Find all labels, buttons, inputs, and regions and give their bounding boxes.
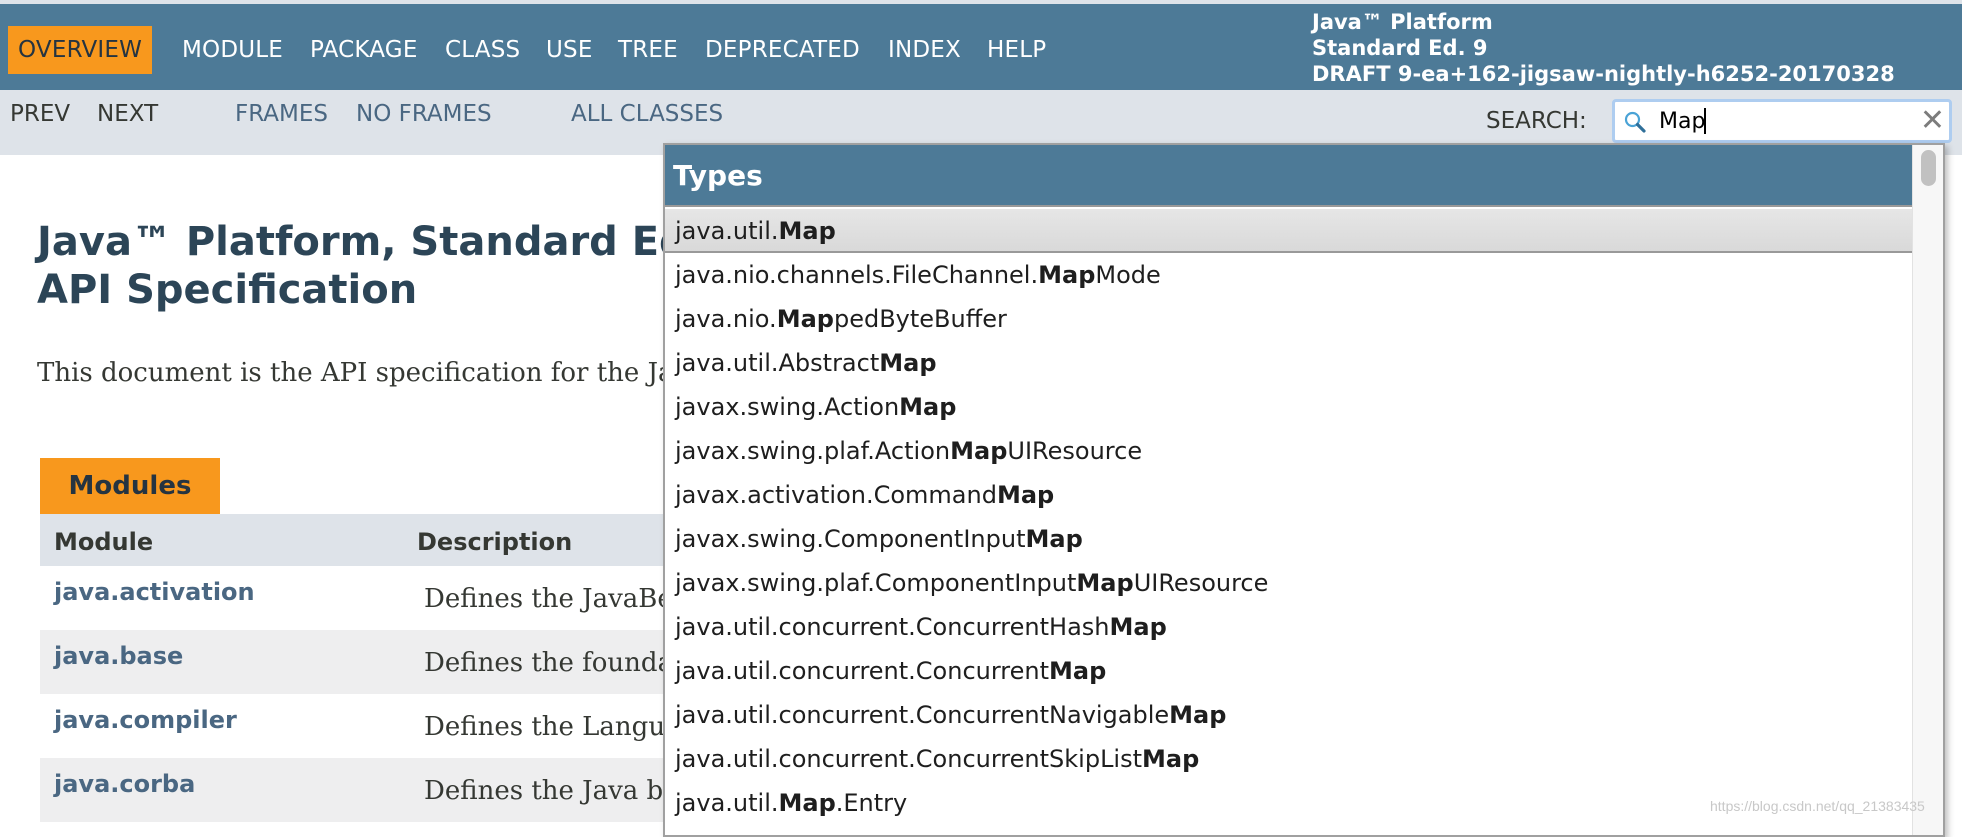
result-item[interactable]: java.util.concurrent.ConcurrentHashMap [665,605,1913,649]
module-link[interactable]: java.activation [54,578,255,606]
about-line-2: Standard Ed. 9 [1312,36,1488,60]
frames-link[interactable]: FRAMES [235,98,328,130]
result-item[interactable]: javax.swing.ComponentInputMap [665,517,1913,561]
nav-help[interactable]: HELP [987,26,1046,74]
search-icon [1624,111,1646,133]
result-match: Map [996,481,1055,509]
result-prefix: java.util.concurrent.ConcurrentSkipList [675,745,1143,773]
result-item[interactable]: java.nio.MappedByteBuffer [665,297,1913,341]
result-suffix: Mode [1095,261,1161,289]
nav-class[interactable]: CLASS [445,26,520,74]
platform-about: Java™ Platform Standard Ed. 9 DRAFT 9-ea… [1312,9,1895,87]
result-prefix: javax.swing.ComponentInput [675,525,1026,553]
module-link[interactable]: java.base [54,642,183,670]
result-suffix: .Entry [835,789,908,817]
table-row: java.activation Defines the JavaBeans Ac… [40,566,1159,630]
result-prefix: javax.swing.Action [675,393,900,421]
module-link[interactable]: java.corba [54,770,195,798]
result-prefix: java.util.concurrent.ConcurrentHash [675,613,1110,641]
search-label: SEARCH: [1486,108,1587,134]
result-prefix: java.util.Abstract [675,349,880,377]
result-prefix: java.nio. [675,305,777,333]
result-item[interactable]: java.nio.channels.FileChannel.MapMode [665,253,1913,297]
search-input[interactable] [1659,106,1889,136]
result-suffix: pedByteBuffer [833,305,1007,333]
result-item[interactable]: javax.swing.ActionMap [665,385,1913,429]
about-line-3: DRAFT 9-ea+162-jigsaw-nightly-h6252-2017… [1312,62,1895,86]
nav-tree[interactable]: TREE [618,26,678,74]
result-match: Map [1142,745,1200,773]
table-row: java.base Defines the foundational APIs … [40,630,1141,694]
result-suffix: UIResource [1007,437,1143,465]
nav-overview[interactable]: OVERVIEW [8,26,153,74]
nav-module[interactable]: MODULE [182,26,283,74]
module-link[interactable]: java.compiler [54,706,237,734]
result-prefix: java.util.concurrent.ConcurrentNavigable [675,701,1170,729]
result-match: Map [1025,525,1083,553]
no-frames-link[interactable]: NO FRAMES [356,98,492,130]
nav-index[interactable]: INDEX [888,26,961,74]
result-item[interactable]: java.util.Map [665,209,1913,253]
nav-deprecated[interactable]: DEPRECATED [705,26,860,74]
result-match: Map [1109,613,1167,641]
next-link: NEXT [97,101,159,127]
column-header-description: Description [417,528,573,556]
result-match: Map [778,217,836,245]
result-prefix: java.nio.channels.FileChannel. [675,261,1039,289]
result-prefix: java.util. [675,789,779,817]
scrollbar-thumb[interactable] [1921,150,1936,186]
result-prefix: javax.swing.plaf.ComponentInput [675,569,1077,597]
nav-package[interactable]: PACKAGE [310,26,418,74]
all-classes-link[interactable]: ALL CLASSES [571,98,723,130]
result-match: Map [879,349,937,377]
result-item[interactable]: java.util.concurrent.ConcurrentNavigable… [665,693,1913,737]
result-match: Map [1038,261,1096,289]
modules-table-header: Module Description [40,514,740,566]
result-prefix: java.util. [675,217,779,245]
result-match: Map [1076,569,1134,597]
table-row: java.corba Defines the Java binding of t… [40,758,1091,822]
dropdown-scrollbar[interactable] [1912,145,1943,835]
watermark: https://blog.csdn.net/qq_21383435 [1710,798,1925,814]
result-match: Map [776,305,834,333]
top-navbar: OVERVIEW MODULE PACKAGE CLASS USE TREE D… [0,4,1962,90]
search-results-dropdown: Types java.util.Map java.nio.channels.Fil… [663,143,1945,837]
result-match: Map [899,393,957,421]
column-header-module: Module [54,528,154,556]
result-item[interactable]: java.util.concurrent.ConcurrentSkipListM… [665,737,1913,781]
about-line-1: Java™ Platform [1312,10,1493,34]
clear-search-icon[interactable]: ✕ [1920,105,1945,137]
result-match: Map [950,437,1008,465]
result-match: Map [1049,657,1107,685]
modules-tab: Modules [40,458,220,514]
result-prefix: javax.swing.plaf.Action [675,437,951,465]
result-prefix: java.util.concurrent.Concurrent [675,657,1050,685]
result-item[interactable]: java.util.concurrent.ConcurrentMap [665,649,1913,693]
result-item[interactable]: java.util.AbstractMap [665,341,1913,385]
nav-use[interactable]: USE [546,26,593,74]
text-caret [1704,108,1706,134]
results-category-types: Types [665,145,1913,207]
result-suffix: UIResource [1133,569,1269,597]
result-item[interactable]: javax.swing.plaf.ActionMapUIResource [665,429,1913,473]
result-item[interactable]: javax.activation.CommandMap [665,473,1913,517]
result-match: Map [1169,701,1227,729]
prev-link: PREV [10,101,71,127]
result-match: Map [778,789,836,817]
result-item[interactable]: javax.swing.plaf.ComponentInputMapUIReso… [665,561,1913,605]
table-row: java.compiler Defines the Language Model… [40,694,1453,758]
search-box[interactable]: ✕ [1612,99,1952,143]
result-prefix: javax.activation.Command [675,481,997,509]
